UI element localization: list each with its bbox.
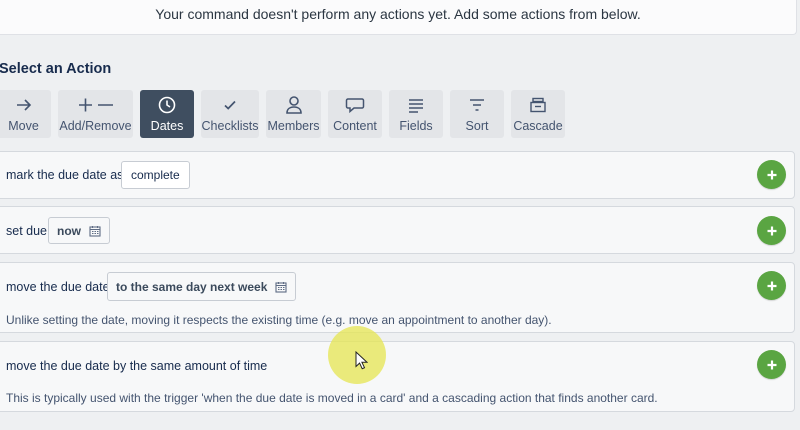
action-type-members-button[interactable]: Members (266, 90, 321, 138)
action-type-fields-button[interactable]: Fields (389, 90, 443, 138)
set-due-value: now (57, 223, 81, 238)
plus-minus-icon (78, 98, 113, 112)
action-type-label: Cascade (513, 119, 563, 133)
action-type-move-button[interactable]: Move (0, 90, 51, 138)
action-type-dates-button[interactable]: Dates (140, 90, 194, 138)
archive-box-icon (530, 97, 546, 113)
action-type-label: Sort (465, 119, 489, 133)
action-type-label: Members (267, 119, 320, 133)
plus-icon (767, 281, 776, 290)
notice-text: Your command doesn't perform any actions… (155, 6, 641, 22)
action-type-label: Dates (150, 119, 184, 133)
action-type-add-remove-button[interactable]: Add/Remove (58, 90, 133, 138)
action-text: move the due date (6, 280, 110, 294)
action-type-label: Content (333, 119, 377, 133)
set-due-date-picker[interactable]: now (48, 217, 110, 244)
action-description: Unlike setting the date, moving it respe… (6, 313, 552, 327)
due-date-status-select[interactable]: complete (121, 161, 190, 189)
due-date-status-value: complete (131, 168, 180, 182)
action-card-move-due-date: move the due date to the same day next w… (0, 262, 795, 333)
empty-command-notice: Your command doesn't perform any actions… (0, 0, 797, 35)
checkmark-icon (224, 100, 236, 110)
calendar-icon (89, 225, 101, 237)
action-type-checklists-button[interactable]: Checklists (201, 90, 259, 138)
action-description: This is typically used with the trigger … (6, 391, 658, 405)
action-type-sort-button[interactable]: Sort (450, 90, 504, 138)
action-type-label: Move (8, 119, 39, 133)
lines-icon (409, 99, 423, 113)
action-text: move the due date by the same amount of … (6, 359, 268, 373)
filter-icon (470, 99, 484, 111)
add-action-button[interactable] (757, 160, 786, 189)
speech-bubble-icon (345, 98, 365, 114)
add-action-button[interactable] (757, 350, 786, 379)
action-card-set-due: set due now (0, 206, 795, 254)
move-due-date-value: to the same day next week (116, 279, 268, 294)
add-action-button[interactable] (757, 271, 786, 300)
plus-icon (767, 226, 776, 235)
arrow-right-icon (16, 99, 31, 111)
add-action-button[interactable] (757, 216, 786, 245)
plus-icon (767, 360, 776, 369)
action-type-label: Checklists (201, 119, 259, 133)
action-type-label: Fields (399, 119, 433, 133)
action-type-label: Add/Remove (59, 119, 132, 133)
plus-icon (767, 170, 776, 179)
move-due-date-picker[interactable]: to the same day next week (107, 272, 297, 301)
action-text: mark the due date as (6, 168, 124, 182)
section-title: Select an Action (0, 61, 112, 77)
action-type-cascade-button[interactable]: Cascade (511, 90, 565, 138)
action-card-move-due-date-same-amount: move the due date by the same amount of … (0, 341, 795, 412)
action-card-mark-due-date: mark the due date as complete (0, 151, 795, 199)
person-icon (285, 96, 302, 114)
mouse-cursor-icon (355, 351, 368, 370)
action-text: set due (6, 224, 48, 238)
calendar-icon (275, 281, 287, 293)
clock-icon (158, 96, 176, 114)
action-type-content-button[interactable]: Content (328, 90, 382, 138)
